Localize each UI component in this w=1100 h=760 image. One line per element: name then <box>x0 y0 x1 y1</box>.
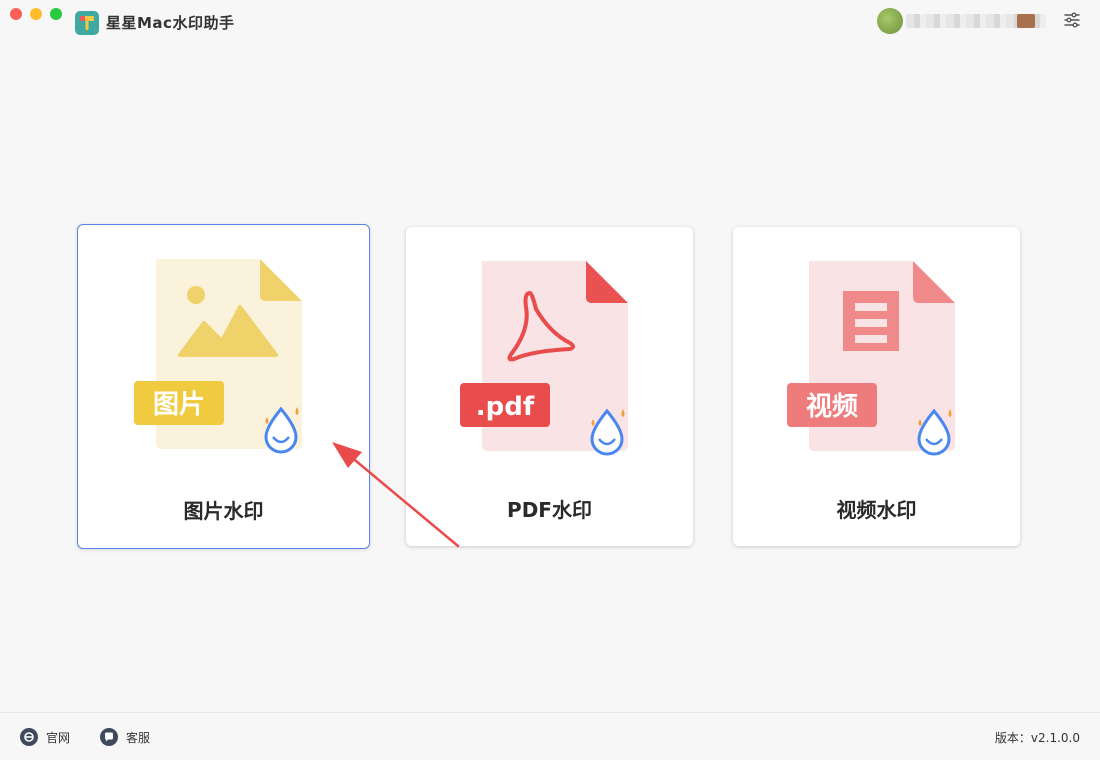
sliders-icon[interactable] <box>1062 10 1082 30</box>
version-label: 版本：v2.1.0.0 <box>994 731 1080 745</box>
app-logo-icon <box>75 11 99 35</box>
pdf-watermark-card[interactable]: .pdf PDF水印 <box>406 227 693 546</box>
pdf-watermark-label: PDF水印 <box>507 498 592 522</box>
video-watermark-label: 视频水印 <box>836 498 917 522</box>
app-title: 星星Mac水印助手 <box>106 14 235 32</box>
image-file-icon: 图片 <box>133 259 302 454</box>
image-watermark-label: 图片水印 <box>183 499 264 523</box>
video-file-icon: 视频 <box>786 261 955 456</box>
title-bar: 星星Mac水印助手 <box>0 0 1100 44</box>
video-watermark-card[interactable]: 视频 视频水印 <box>733 227 1020 546</box>
minimize-window-button[interactable] <box>30 8 42 20</box>
chat-bubble-icon <box>100 728 118 746</box>
official-site-link[interactable]: 官网 <box>20 727 70 747</box>
image-watermark-card[interactable]: 图片 图片水印 <box>77 224 370 549</box>
image-badge-text: 图片 <box>152 390 204 420</box>
official-site-label: 官网 <box>46 730 71 745</box>
pdf-badge-text: .pdf <box>475 392 534 422</box>
close-window-button[interactable] <box>10 8 22 20</box>
customer-service-link[interactable]: 客服 <box>100 727 150 747</box>
username-blurred-tail <box>1017 14 1035 28</box>
browser-icon <box>20 728 38 746</box>
zoom-window-button[interactable] <box>50 8 62 20</box>
footer-bar: 官网 客服 版本：v2.1.0.0 <box>0 712 1100 760</box>
app-window: 星星Mac水印助手 图片 图片水印 .pdf PDF水印 视频 视频水印 官网 … <box>0 0 1100 760</box>
customer-service-label: 客服 <box>126 730 151 745</box>
user-avatar[interactable] <box>877 8 903 34</box>
pdf-file-icon: .pdf <box>459 261 628 456</box>
video-badge-text: 视频 <box>805 392 857 422</box>
